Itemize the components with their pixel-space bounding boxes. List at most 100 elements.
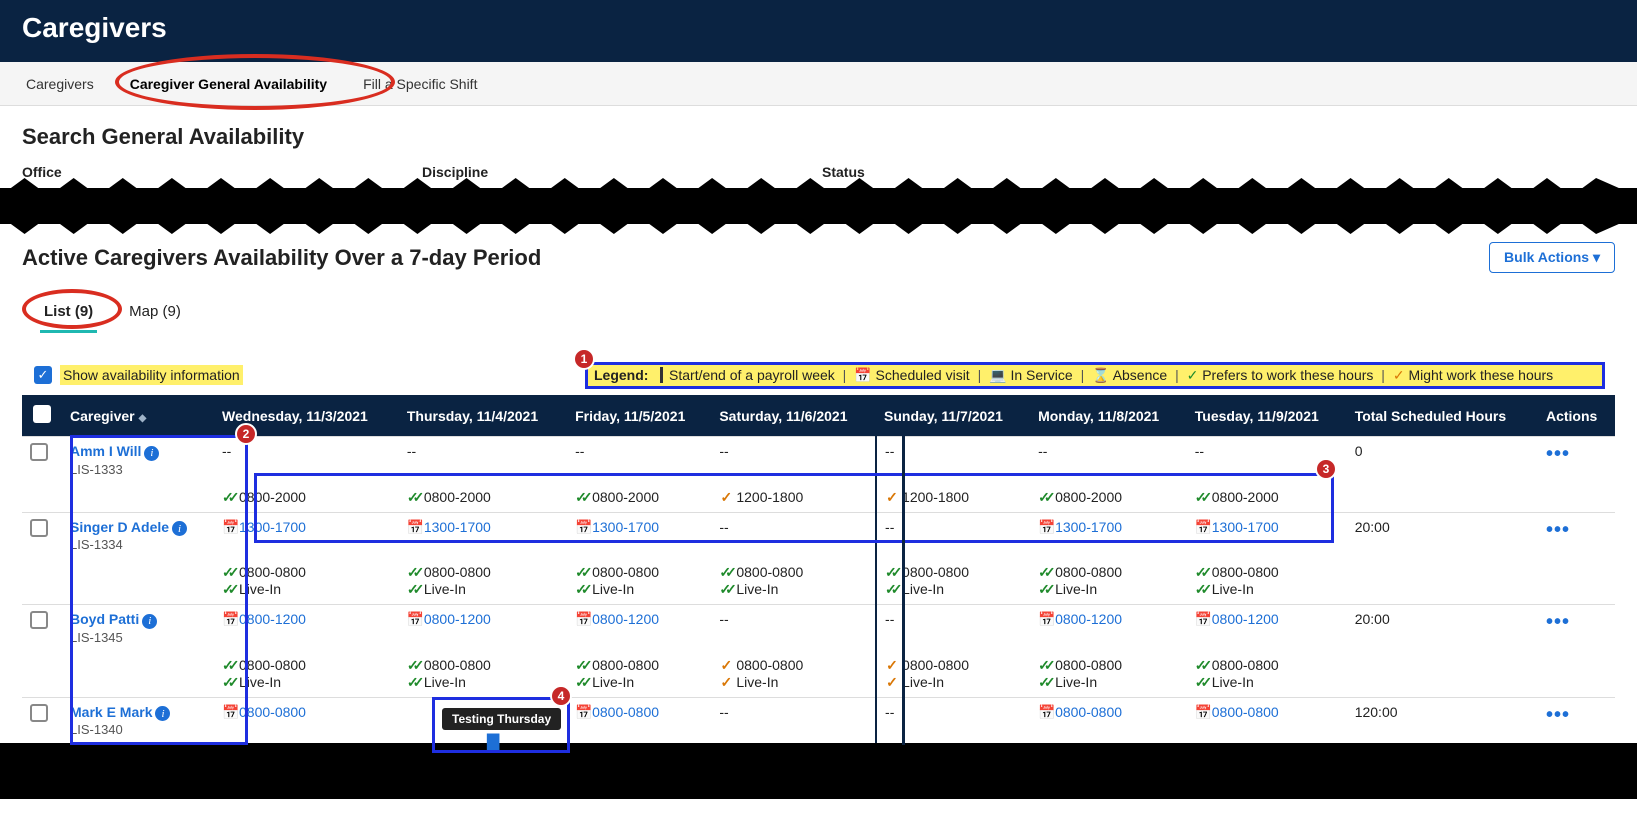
time-range[interactable]: 0800-1200	[592, 611, 659, 627]
header-day-3: Saturday, 11/6/2021	[711, 395, 876, 437]
caregiver-name-link[interactable]: Amm I Will	[70, 443, 141, 459]
time-range: 0800-0800	[736, 564, 803, 580]
legend-item-prefers: Prefers to work these hours	[1202, 367, 1373, 383]
show-availability-checkbox[interactable]: ✓	[34, 366, 52, 384]
table-wrapper: 2 3 Caregiver◆ Wednesday, 11/3/2021 Thur…	[22, 395, 1615, 743]
time-range: Live-In	[736, 674, 778, 690]
annotation-badge-1: 1	[573, 348, 595, 370]
table-row: ✓0800-0800✓Live-In✓0800-0800✓Live-In✓080…	[22, 558, 1615, 605]
time-range[interactable]: 1300-1700	[424, 519, 491, 535]
prefer-check-icon: ✓	[222, 489, 236, 506]
prefer-check-icon: ✓	[407, 657, 421, 674]
show-availability-row: ✓ Show availability information 1 Legend…	[34, 365, 1615, 385]
tab-fill-shift[interactable]: Fill a Specific Shift	[359, 66, 481, 102]
empty-cell: --	[885, 611, 894, 627]
filter-office-label: Office	[22, 164, 422, 180]
time-range: Live-In	[1055, 674, 1097, 690]
caregiver-id: LIS-1340	[70, 722, 123, 737]
table-row: ✓0800-2000✓0800-2000✓0800-2000✓1200-1800…	[22, 483, 1615, 513]
inservice-icon: 💻	[989, 367, 1006, 383]
time-range[interactable]: 0800-1200	[1212, 611, 1279, 627]
time-range: Live-In	[902, 674, 944, 690]
time-range: 0800-0800	[1212, 657, 1279, 673]
tab-caregivers[interactable]: Caregivers	[22, 66, 98, 102]
row-checkbox[interactable]	[30, 443, 48, 461]
prefer-check-icon: ✓	[575, 657, 589, 674]
legend-item-scheduled: Scheduled visit	[876, 367, 970, 383]
row-checkbox[interactable]	[30, 519, 48, 537]
time-range: 0800-0800	[592, 657, 659, 673]
prefer-check-icon: ✓	[222, 657, 236, 674]
calendar-icon: 📅	[1038, 611, 1052, 628]
time-range[interactable]: 0800-1200	[424, 611, 491, 627]
row-checkbox[interactable]	[30, 611, 48, 629]
total-hours: 0	[1347, 437, 1538, 483]
calendar-icon: 📅	[1038, 704, 1052, 721]
row-checkbox[interactable]	[30, 704, 48, 722]
prefer-check-icon: ✓	[222, 564, 236, 581]
empty-cell: --	[719, 611, 728, 627]
time-range[interactable]: 0800-1200	[239, 611, 306, 627]
legend-box: Legend: Start/end of a payroll week | 📅 …	[585, 362, 1605, 389]
calendar-icon: 📅	[1195, 611, 1209, 628]
time-range: Live-In	[736, 581, 778, 597]
search-section: Search General Availability Office Disci…	[0, 106, 1637, 180]
time-range: 0800-0800	[592, 564, 659, 580]
time-range: 0800-2000	[424, 489, 491, 505]
info-icon[interactable]: i	[155, 706, 170, 721]
annotation-badge-3: 3	[1315, 458, 1337, 480]
header-actions: Actions	[1538, 395, 1615, 437]
might-check-icon: ✓	[885, 674, 899, 691]
calendar-icon: 📅	[575, 519, 589, 536]
time-range: Live-In	[424, 581, 466, 597]
header-caregiver[interactable]: Caregiver◆	[62, 395, 214, 437]
tab-general-availability[interactable]: Caregiver General Availability	[126, 66, 331, 102]
select-all-checkbox[interactable]	[33, 405, 51, 423]
prefer-check-icon: ✓	[1195, 489, 1209, 506]
time-range: 0800-2000	[239, 489, 306, 505]
row-actions-menu[interactable]: •••	[1546, 519, 1570, 541]
time-range: Live-In	[1212, 674, 1254, 690]
prefer-check-icon: ✓	[575, 489, 589, 506]
subtab-map[interactable]: Map (9)	[125, 295, 185, 333]
prefer-check-icon: ✓	[885, 564, 899, 581]
sticky-note-icon: ▇	[487, 733, 499, 750]
info-icon[interactable]: i	[144, 446, 159, 461]
subtab-list[interactable]: List (9)	[40, 295, 97, 333]
row-actions-menu[interactable]: •••	[1546, 704, 1570, 726]
annotation-badge-2: 2	[235, 423, 257, 445]
calendar-icon: 📅	[222, 519, 236, 536]
prefer-check-icon: ✓	[1038, 564, 1052, 581]
info-icon[interactable]: i	[142, 614, 157, 629]
calendar-icon: 📅	[575, 611, 589, 628]
time-range[interactable]: 0800-0800	[1212, 704, 1279, 720]
legend-label: Legend:	[594, 367, 648, 383]
time-range: 0800-0800	[902, 657, 969, 673]
time-range[interactable]: 0800-1200	[1055, 611, 1122, 627]
info-icon[interactable]: i	[172, 521, 187, 536]
prefer-check-icon: ✓	[1038, 581, 1052, 598]
calendar-icon: 📅	[407, 519, 421, 536]
time-range[interactable]: 0800-0800	[1055, 704, 1122, 720]
top-tabs: Caregivers Caregiver General Availabilit…	[0, 62, 1637, 106]
row-actions-menu[interactable]: •••	[1546, 443, 1570, 465]
total-hours: 20:00	[1347, 512, 1538, 558]
row-actions-menu[interactable]: •••	[1546, 611, 1570, 633]
time-range: 0800-0800	[239, 564, 306, 580]
bulk-actions-button[interactable]: Bulk Actions ▾	[1489, 242, 1615, 273]
time-range[interactable]: 1300-1700	[1212, 519, 1279, 535]
time-range[interactable]: 1300-1700	[239, 519, 306, 535]
caregiver-id: LIS-1333	[70, 462, 123, 477]
time-range[interactable]: 1300-1700	[592, 519, 659, 535]
prefer-check-icon: ✓	[1195, 674, 1209, 691]
time-range: Live-In	[902, 581, 944, 597]
time-range[interactable]: 0800-0800	[592, 704, 659, 720]
header-day-2: Friday, 11/5/2021	[567, 395, 711, 437]
caregiver-name-link[interactable]: Mark E Mark	[70, 704, 152, 720]
caregiver-name-link[interactable]: Singer D Adele	[70, 519, 169, 535]
prefer-check-icon: ✓	[407, 564, 421, 581]
caregiver-name-link[interactable]: Boyd Patti	[70, 611, 139, 627]
time-range[interactable]: 1300-1700	[1055, 519, 1122, 535]
table-row: Amm I WilliLIS-1333--------------0•••	[22, 437, 1615, 483]
time-range[interactable]: 0800-0800	[239, 704, 306, 720]
